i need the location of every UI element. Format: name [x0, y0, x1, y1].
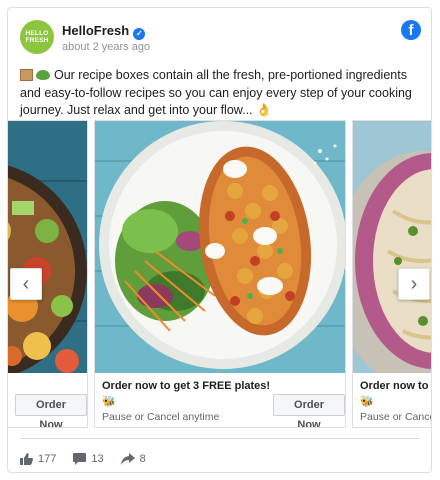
- verified-badge-icon: ✓: [133, 28, 146, 40]
- share-icon: [120, 453, 135, 465]
- carousel-card-2-subtext: Pause or Cancel anytime: [102, 411, 220, 423]
- footer-divider: [20, 438, 420, 439]
- comments-stat[interactable]: 13: [73, 453, 104, 465]
- post-timestamp[interactable]: about 2 years ago: [62, 41, 150, 53]
- page-name-text[interactable]: HelloFresh: [62, 23, 129, 38]
- package-emoji-icon: [20, 69, 33, 81]
- carousel-card-3-caption: Order now to g: [360, 380, 432, 392]
- chevron-left-icon: ‹: [22, 273, 30, 295]
- carousel-card-2-caption: Order now to get 3 FREE plates!: [102, 380, 271, 392]
- ok-hand-emoji-icon: 👌: [256, 103, 272, 117]
- facebook-logo-icon: f: [401, 20, 421, 40]
- comments-count: 13: [91, 453, 104, 465]
- engagement-bar: 177 13 8: [20, 450, 163, 468]
- post-body: Our recipe boxes contain all the fresh, …: [20, 67, 425, 120]
- likes-count: 177: [38, 453, 57, 465]
- shares-count: 8: [139, 453, 146, 465]
- likes-stat[interactable]: 177: [20, 453, 56, 465]
- carousel: Order Now Order now to get 3 FREE plates…: [8, 120, 432, 436]
- carousel-card-2-order-button[interactable]: Order Now: [273, 394, 345, 427]
- leafy-green-emoji-icon: [36, 70, 51, 80]
- chevron-right-icon: ›: [410, 273, 418, 295]
- carousel-card-3-image[interactable]: [353, 121, 431, 373]
- facebook-post-card: HELLO FRESH HelloFresh ✓ about 2 years ag…: [7, 7, 432, 473]
- shares-stat[interactable]: 8: [120, 453, 146, 465]
- carousel-card-1-order-button[interactable]: Order Now: [15, 394, 87, 427]
- bee-emoji-icon: 🐝: [102, 396, 116, 408]
- thumbs-up-icon: [20, 453, 33, 465]
- bee-emoji-icon: 🐝: [360, 396, 374, 408]
- carousel-card-3-subtext: Pause or Cance: [360, 411, 432, 423]
- avatar-line-1: HELLO: [25, 30, 49, 37]
- carousel-card-2[interactable]: Order now to get 3 FREE plates! 🐝 Pause …: [94, 120, 346, 428]
- post-text: Our recipe boxes contain all the fresh, …: [20, 68, 412, 117]
- carousel-next-button[interactable]: ›: [398, 268, 430, 300]
- comment-icon: [73, 453, 87, 465]
- carousel-card-1-image[interactable]: [8, 121, 87, 373]
- page-name[interactable]: HelloFresh ✓: [62, 23, 146, 40]
- avatar-line-2: FRESH: [25, 37, 49, 44]
- avatar[interactable]: HELLO FRESH: [20, 20, 54, 54]
- carousel-card-2-image[interactable]: [95, 121, 345, 373]
- carousel-prev-button[interactable]: ‹: [10, 268, 42, 300]
- post-header: HELLO FRESH HelloFresh ✓ about 2 years ag…: [20, 20, 421, 58]
